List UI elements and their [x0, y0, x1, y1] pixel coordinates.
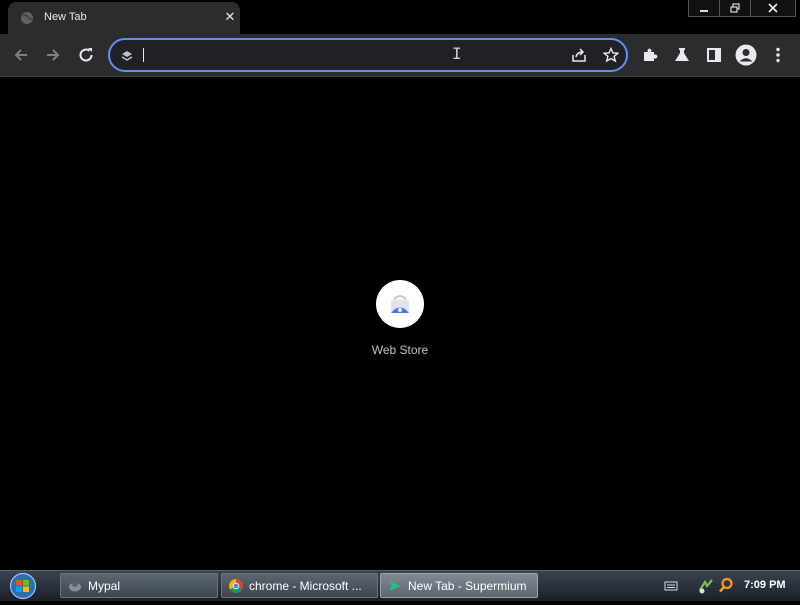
restore-button[interactable]	[719, 0, 751, 17]
mypal-icon	[69, 580, 81, 591]
close-icon	[768, 3, 778, 13]
profile-button[interactable]	[735, 44, 757, 66]
star-icon[interactable]	[603, 47, 619, 63]
network-tray-icon[interactable]	[698, 578, 714, 594]
reload-button[interactable]	[75, 44, 97, 66]
ibeam-cursor-icon: I	[452, 44, 462, 63]
window-close-button[interactable]	[750, 0, 796, 17]
keyboard-tray-icon[interactable]	[664, 581, 678, 591]
taskbar-item-chrome[interactable]: chrome - Microsoft ...	[221, 573, 378, 598]
labs-button[interactable]	[671, 44, 693, 66]
web-store-icon	[391, 295, 409, 313]
site-info-icon[interactable]	[120, 48, 134, 62]
arrow-left-icon	[14, 49, 27, 61]
restore-icon	[730, 3, 740, 13]
supermium-icon	[389, 580, 401, 591]
tab-title: New Tab	[44, 11, 87, 23]
share-icon[interactable]	[571, 47, 587, 63]
taskbar-item-mypal[interactable]: Mypal	[60, 573, 218, 598]
shortcut-tile[interactable]	[376, 280, 424, 328]
new-tab-page: Web Store	[0, 77, 800, 570]
tab-new-tab[interactable]: New Tab ✕	[8, 2, 240, 34]
text-caret	[143, 48, 144, 62]
taskbar-item-label: New Tab - Supermium	[408, 578, 527, 593]
forward-button[interactable]	[42, 44, 64, 66]
start-button[interactable]	[8, 572, 38, 600]
shortcut-web-store[interactable]: Web Store	[360, 280, 440, 360]
reload-icon	[79, 48, 93, 62]
search-tray-icon[interactable]	[718, 577, 734, 593]
tab-close-icon[interactable]: ✕	[222, 9, 238, 25]
address-bar[interactable]: I	[108, 38, 628, 72]
menu-button[interactable]	[767, 44, 789, 66]
extensions-button[interactable]	[639, 44, 661, 66]
globe-icon	[21, 12, 33, 24]
back-button[interactable]	[10, 44, 32, 66]
profile-icon	[735, 44, 757, 66]
taskbar-item-label: Mypal	[88, 578, 121, 593]
taskbar-item-supermium[interactable]: New Tab - Supermium	[380, 573, 538, 598]
minimize-button[interactable]	[688, 0, 720, 17]
shortcut-label: Web Store	[371, 343, 429, 357]
taskbar: Mypal chrome - Microsoft ... New Tab - S…	[0, 570, 800, 601]
puzzle-icon	[644, 48, 658, 61]
side-panel-icon	[707, 48, 721, 62]
windows-orb-icon	[9, 572, 37, 600]
kebab-menu-icon	[776, 47, 780, 63]
taskbar-item-label: chrome - Microsoft ...	[249, 578, 362, 593]
taskbar-clock[interactable]: 7:09 PM	[744, 579, 786, 591]
browser-toolbar: I	[0, 34, 800, 77]
window-controls	[688, 0, 796, 18]
address-input[interactable]	[140, 46, 544, 66]
arrow-right-icon	[47, 49, 60, 61]
tab-strip: New Tab ✕	[0, 0, 800, 34]
side-panel-button[interactable]	[703, 44, 725, 66]
chrome-icon	[229, 578, 243, 593]
minimize-icon	[700, 10, 708, 12]
flask-icon	[675, 48, 689, 61]
